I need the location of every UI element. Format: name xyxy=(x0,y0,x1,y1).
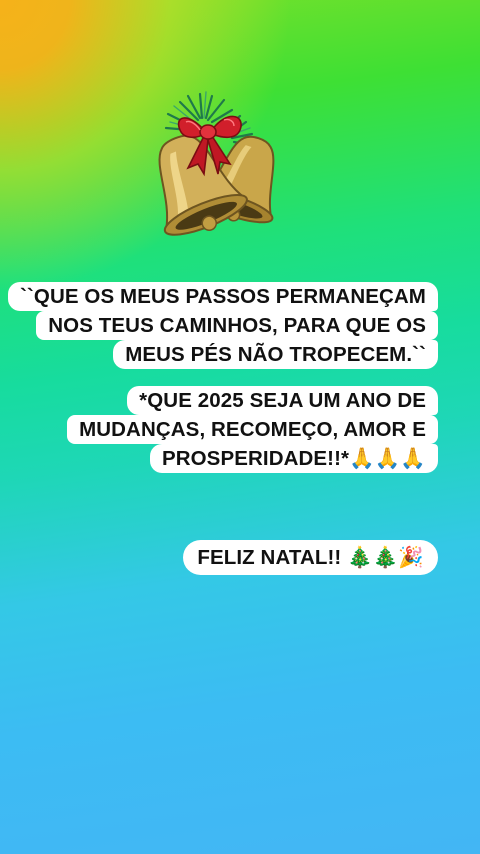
quote-line: MEUS PÉS NÃO TROPECEM.`` xyxy=(113,340,438,369)
quote-text-block: ``QUE OS MEUS PASSOS PERMANEÇAM NOS TEUS… xyxy=(8,282,438,369)
christmas-bells-icon xyxy=(158,91,275,236)
wish-line-with-emoji: PROSPERIDADE!!*🙏🙏🙏 xyxy=(149,444,438,473)
quote-line: NOS TEUS CAMINHOS, PARA QUE OS xyxy=(36,311,438,340)
praying-hands-emoji: 🙏🙏🙏 xyxy=(349,446,426,470)
greeting-text: FELIZ NATAL!! xyxy=(197,546,342,569)
greeting-text-block: FELIZ NATAL!! 🎄🎄🎉 xyxy=(183,540,438,575)
greeting-line: FELIZ NATAL!! 🎄🎄🎉 xyxy=(183,540,438,575)
quote-line: ``QUE OS MEUS PASSOS PERMANEÇAM xyxy=(8,282,438,311)
christmas-tree-party-emoji: 🎄🎄🎉 xyxy=(347,545,424,569)
wish-line-text: PROSPERIDADE!!* xyxy=(161,447,350,470)
wish-line: MUDANÇAS, RECOMEÇO, AMOR E xyxy=(67,415,438,444)
wish-line: *QUE 2025 SEJA UM ANO DE xyxy=(127,386,438,415)
wish-text-block: *QUE 2025 SEJA UM ANO DE MUDANÇAS, RECOM… xyxy=(67,386,438,473)
